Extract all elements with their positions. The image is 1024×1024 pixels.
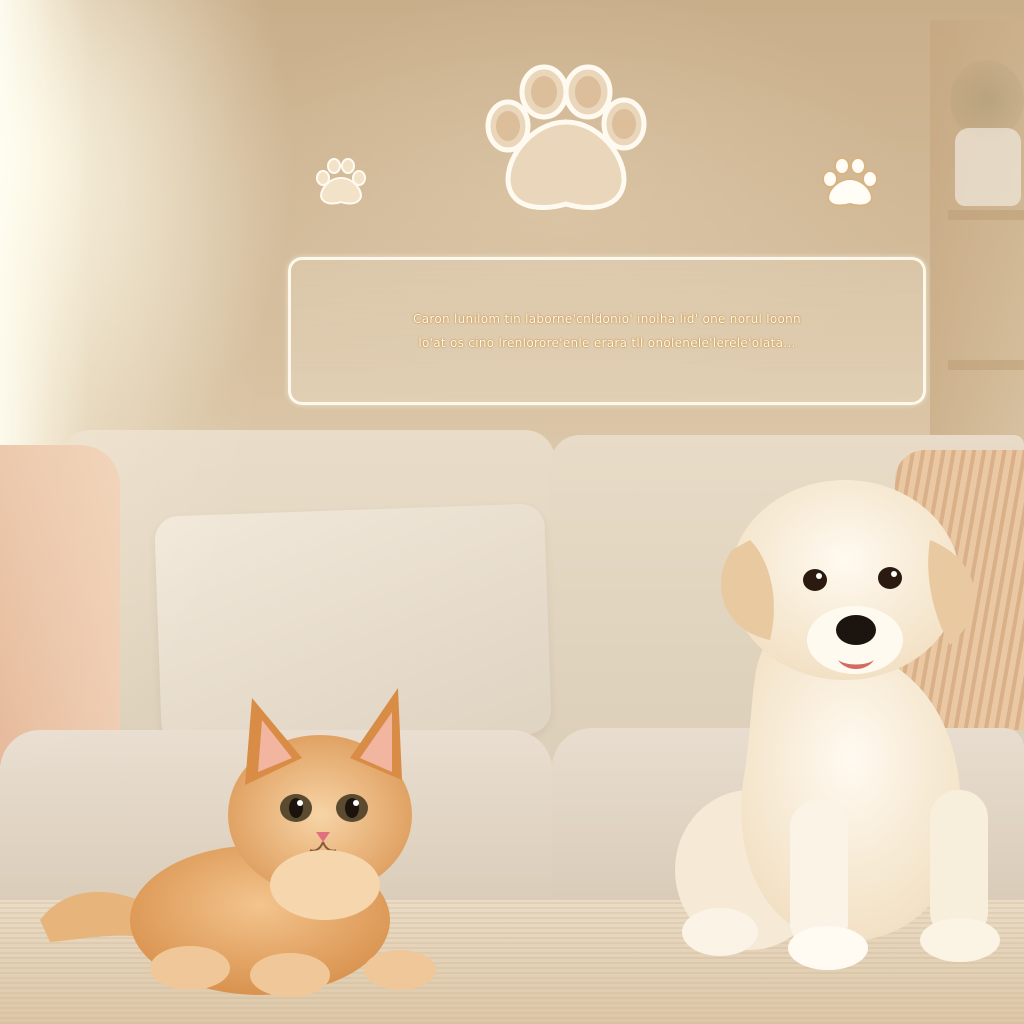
panel-text-line: lo'at os cino lrenlorore'enle erara tll … [418, 336, 796, 350]
shelf-board [948, 360, 1024, 370]
panel-text-line: Caron lunilom tin laborne'cnldonio' inol… [413, 312, 801, 326]
shelf-board [948, 210, 1024, 220]
pet-scene: Caron lunilom tin laborne'cnldonio' inol… [0, 0, 1024, 1024]
paw-icon [316, 158, 366, 205]
kitten [40, 688, 436, 997]
window-light [0, 0, 90, 460]
vase [955, 128, 1021, 206]
puppy [675, 480, 1000, 970]
paw-icon [822, 157, 878, 207]
info-panel: Caron lunilom tin laborne'cnldonio' inol… [288, 257, 926, 405]
paw-icon [485, 64, 647, 210]
